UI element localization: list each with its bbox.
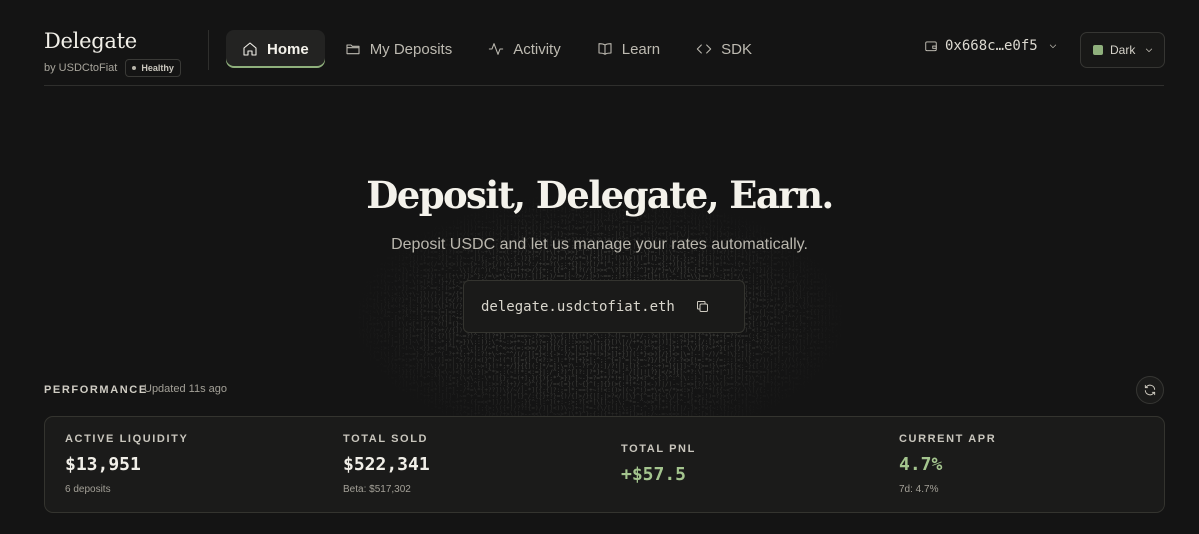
- stat-active-liquidity: ACTIVE LIQUIDITY $13,951 6 deposits: [65, 433, 188, 495]
- hero-title: Deposit, Delegate, Earn.: [366, 173, 834, 217]
- nav-item-home[interactable]: Home: [226, 30, 325, 68]
- theme-swatch: [1093, 45, 1103, 55]
- copy-button[interactable]: [695, 299, 711, 315]
- nav-item-my-deposits[interactable]: My Deposits: [329, 30, 469, 68]
- nav-item-label: Learn: [621, 40, 661, 58]
- stat-label: CURRENT APR: [899, 433, 997, 445]
- stat-note: 6 deposits: [65, 484, 111, 495]
- theme-label: Dark: [1110, 43, 1136, 57]
- wallet-button[interactable]: 0x668c…e0f5: [924, 38, 1058, 54]
- home-icon: [243, 42, 257, 56]
- nav-item-learn[interactable]: Learn: [581, 30, 676, 68]
- status-dot-icon: [132, 66, 137, 70]
- wallet-icon: [925, 41, 937, 52]
- brand-title: Delegate: [44, 29, 137, 53]
- stat-total-sold: TOTAL SOLD $522,341 Beta: $517,302: [343, 433, 430, 495]
- stat-current-apr: CURRENT APR 4.7% 7d: 4.7%: [899, 433, 996, 495]
- performance-updated: Updated 11s ago: [144, 383, 227, 395]
- stat-value: $13,951: [65, 454, 141, 475]
- nav-item-label: SDK: [721, 40, 752, 58]
- stat-value: +$57.5: [621, 464, 687, 485]
- performance-heading: PERFORMANCE: [44, 384, 148, 396]
- ens-address: delegate.usdctofiat.eth: [481, 298, 675, 315]
- nav-item-label: Activity: [513, 40, 561, 58]
- book-icon: [598, 43, 612, 55]
- ens-address-box: delegate.usdctofiat.eth: [463, 280, 745, 333]
- stat-note: 7d: 4.7%: [899, 484, 939, 495]
- copy-icon: [697, 301, 708, 312]
- nav-item-sdk[interactable]: SDK: [680, 30, 768, 68]
- chevron-down-icon: [1146, 48, 1153, 53]
- header-divider: [208, 30, 209, 70]
- folder-icon: [346, 44, 360, 55]
- nav-item-activity[interactable]: Activity: [472, 30, 577, 68]
- activity-icon: [489, 43, 504, 55]
- top-header: Delegate by USDCtoFiat Healthy Home My D…: [44, 0, 1165, 86]
- refresh-button[interactable]: [1136, 376, 1164, 404]
- app-page: Delegate by USDCtoFiat Healthy Home My D…: [0, 0, 1199, 534]
- code-icon: [696, 44, 712, 54]
- chevron-down-icon: [1049, 44, 1056, 49]
- stat-label: TOTAL SOLD: [343, 433, 429, 445]
- brand-subline: by USDCtoFiat Healthy: [44, 59, 181, 77]
- performance-stats-card: ACTIVE LIQUIDITY $13,951 6 deposits TOTA…: [44, 416, 1165, 513]
- stat-note: Beta: $517,302: [343, 484, 411, 495]
- brand-byline: by USDCtoFiat: [44, 62, 118, 74]
- stat-value: 4.7%: [899, 454, 943, 475]
- stat-total-pnl: TOTAL PNL +$57.5: [621, 443, 696, 485]
- main-nav: Home My Deposits Activity Learn SDK: [226, 30, 772, 68]
- wallet-address: 0x668c…e0f5: [945, 38, 1038, 54]
- theme-toggle-button[interactable]: Dark: [1080, 32, 1165, 68]
- stat-label: TOTAL PNL: [621, 443, 696, 455]
- nav-item-label: My Deposits: [369, 40, 453, 58]
- stat-value: $522,341: [343, 454, 430, 475]
- health-status-badge: Healthy: [125, 59, 181, 77]
- refresh-icon: [1144, 384, 1156, 396]
- brand[interactable]: Delegate by USDCtoFiat Healthy: [44, 29, 181, 77]
- hero-subtitle: Deposit USDC and let us manage your rate…: [391, 236, 808, 253]
- health-status-label: Healthy: [141, 63, 174, 73]
- nav-item-label: Home: [267, 40, 309, 58]
- stat-label: ACTIVE LIQUIDITY: [65, 433, 189, 445]
